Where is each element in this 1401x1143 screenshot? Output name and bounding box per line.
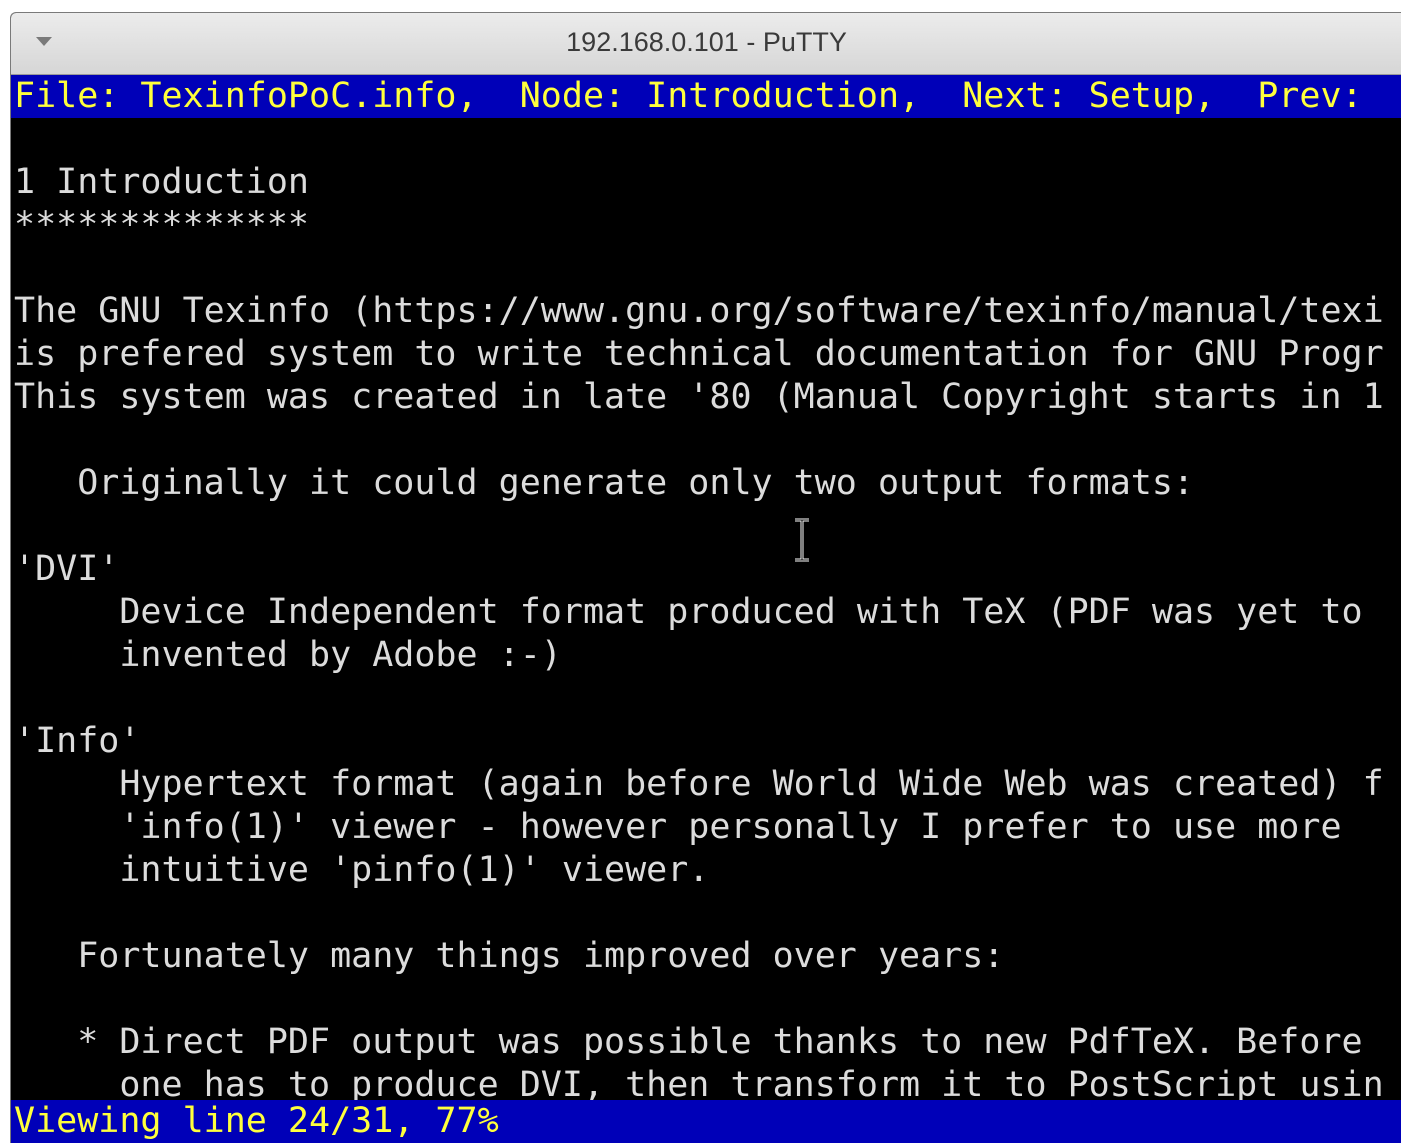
terminal-line: Fortunately many things improved over ye…	[14, 936, 1005, 976]
terminal-line: **************	[14, 205, 310, 245]
terminal-line: is prefered system to write technical do…	[14, 334, 1384, 374]
terminal-line: 'Info'	[14, 721, 141, 761]
terminal-line: intuitive 'pinfo(1)' viewer.	[14, 850, 710, 890]
terminal-line: invented by Adobe :-)	[14, 635, 562, 675]
terminal-line: 1 Introduction	[14, 162, 310, 202]
ibeam-cursor-icon	[795, 518, 809, 562]
terminal-line: Hypertext format (again before World Wid…	[14, 764, 1384, 804]
terminal-screen[interactable]: File: TexinfoPoC.info, Node: Introductio…	[11, 75, 1401, 1143]
info-status-text: Viewing line 24/31, 77%	[14, 1101, 499, 1141]
putty-window: 192.168.0.101 - PuTTY File: TexinfoPoC.i…	[10, 12, 1401, 1143]
window-title: 192.168.0.101 - PuTTY	[566, 27, 847, 57]
terminal-line: This system was created in late '80 (Man…	[14, 377, 1384, 417]
terminal-line: * Direct PDF output was possible thanks …	[14, 1022, 1363, 1062]
terminal-line: 'info(1)' viewer - however personally I …	[14, 807, 1342, 847]
terminal-line: 'DVI'	[14, 549, 120, 589]
title-bar[interactable]: 192.168.0.101 - PuTTY	[11, 13, 1401, 75]
info-status-bar: Viewing line 24/31, 77%	[11, 1100, 1401, 1143]
info-header-bar: File: TexinfoPoC.info, Node: Introductio…	[11, 75, 1401, 118]
info-header-text: File: TexinfoPoC.info, Node: Introductio…	[14, 76, 1363, 116]
terminal-line: Originally it could generate only two ou…	[14, 463, 1195, 503]
terminal-line: Device Independent format produced with …	[14, 592, 1363, 632]
terminal-line: The GNU Texinfo (https://www.gnu.org/sof…	[14, 291, 1384, 331]
